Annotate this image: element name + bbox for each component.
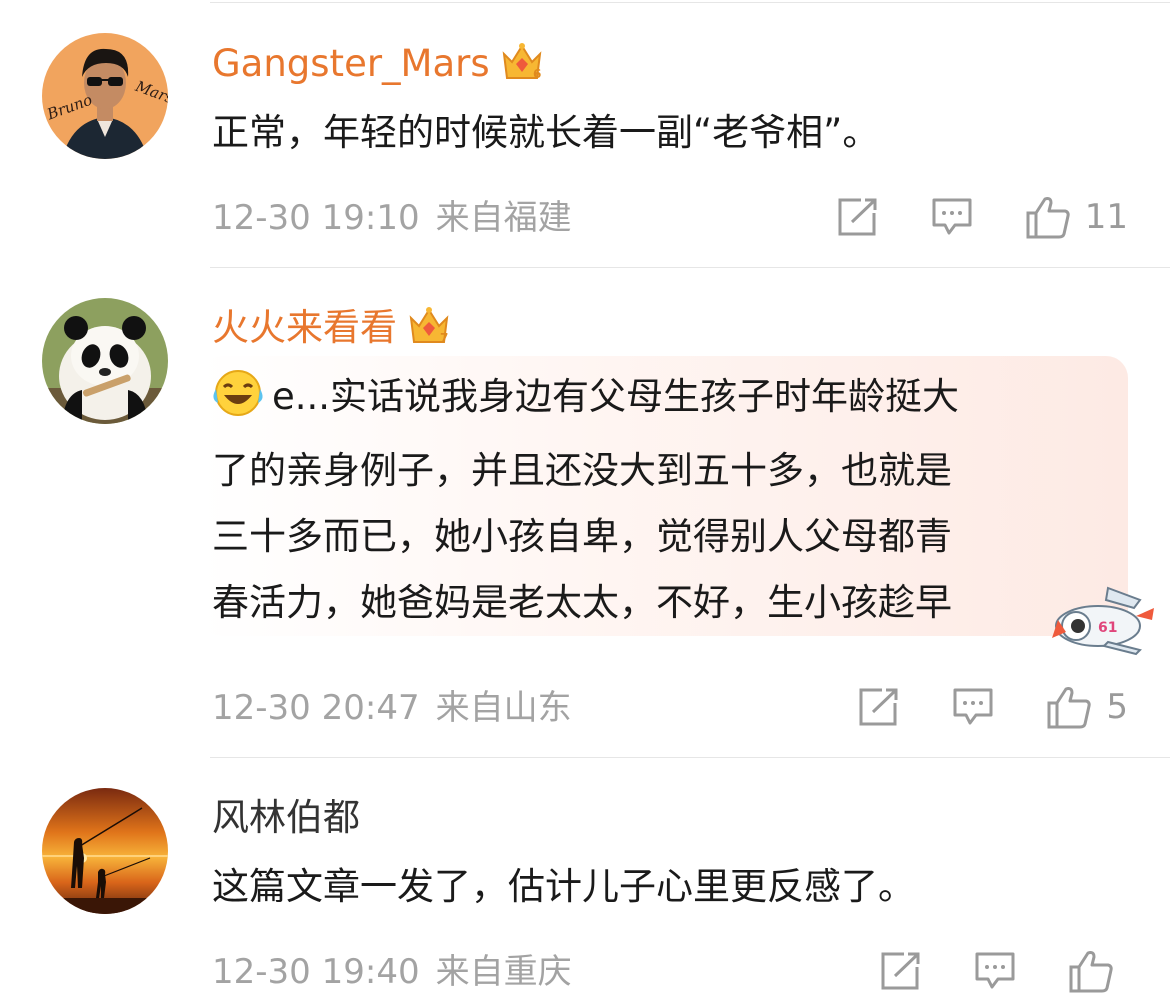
vip-level: 6 — [533, 67, 541, 81]
vip-crown-icon: 6 — [500, 40, 544, 92]
share-icon — [859, 688, 898, 726]
comment-meta: 12-30 19:10 来自福建 — [212, 198, 572, 238]
reply-button[interactable] — [931, 197, 973, 237]
reply-button[interactable] — [952, 687, 994, 727]
comment-list: Bruno Mars Gangster_Mars 6 正常，年轻的时候就长着一副“… — [0, 0, 1170, 1003]
comment-time: 12-30 19:10 — [212, 198, 420, 238]
comment-item: 风林伯都 这篇文章一发了，估计儿子心里更反感了。 12-30 19:40 来自重庆 — [0, 758, 1170, 1003]
username[interactable]: 风林伯都 — [212, 796, 360, 840]
comment-line: e...实话说我身边有父母生孩子时年龄挺大 — [212, 364, 1122, 438]
comment-time: 12-30 19:40 — [212, 952, 420, 992]
thumbs-up-icon — [1069, 951, 1113, 993]
avatar[interactable] — [42, 298, 168, 424]
comment-icon — [932, 198, 972, 235]
comment-icon — [975, 952, 1015, 989]
share-button[interactable] — [837, 197, 879, 237]
sticker-number: 61 — [1098, 620, 1117, 636]
comment-item: Bruno Mars Gangster_Mars 6 正常，年轻的时候就长着一副“… — [0, 0, 1170, 268]
vip-crown-icon: 7 — [407, 304, 451, 356]
comment-location: 来自山东 — [435, 688, 572, 728]
airplane-sticker-icon: 61 — [1048, 580, 1158, 660]
comment-line: 三十多而已，她小孩自卑，觉得别人父母都青 — [212, 515, 952, 558]
username-label: 风林伯都 — [212, 796, 360, 839]
share-icon — [881, 952, 920, 990]
share-icon — [838, 198, 877, 236]
comment-meta: 12-30 19:40 来自重庆 — [212, 952, 572, 992]
comment-actions — [828, 948, 1128, 994]
like-count: 11 — [1084, 197, 1128, 237]
like-button[interactable]: 5 — [1046, 685, 1128, 729]
comment-text: e...实话说我身边有父母生孩子时年龄挺大 了的亲身例子，并且还没大到五十多，也… — [212, 364, 1122, 636]
comment-actions: 5 — [806, 684, 1128, 730]
username-label: 火火来看看 — [212, 306, 397, 349]
share-button[interactable] — [880, 951, 922, 991]
like-button[interactable]: 11 — [1025, 195, 1128, 239]
vip-level: 7 — [440, 331, 448, 345]
username[interactable]: Gangster_Mars 6 — [212, 40, 544, 92]
thumbs-up-icon — [1026, 197, 1070, 239]
comment-item: 火火来看看 7 e...实话说我身边有父母生孩子时年龄挺大 了的亲身例子，并且还没… — [0, 268, 1170, 758]
avatar[interactable]: Bruno Mars — [42, 33, 168, 159]
laugh-cry-emoji-icon — [212, 369, 268, 438]
like-button[interactable] — [1068, 949, 1128, 993]
comment-time: 12-30 20:47 — [212, 688, 420, 728]
comment-text: 正常，年轻的时候就长着一副“老爷相”。 — [212, 111, 880, 154]
comment-location: 来自重庆 — [435, 952, 572, 992]
username-label: Gangster_Mars — [212, 42, 490, 85]
comment-line: 春活力，她爸妈是老太太，不好，生小孩趁早 — [212, 581, 952, 624]
highlight-bubble: e...实话说我身边有父母生孩子时年龄挺大 了的亲身例子，并且还没大到五十多，也… — [200, 356, 1128, 636]
comment-line: 了的亲身例子，并且还没大到五十多，也就是 — [212, 449, 952, 492]
reply-button[interactable] — [974, 951, 1016, 991]
avatar[interactable] — [42, 788, 168, 914]
share-button[interactable] — [858, 687, 900, 727]
comment-meta: 12-30 20:47 来自山东 — [212, 688, 572, 728]
like-count: 5 — [1106, 687, 1128, 727]
username[interactable]: 火火来看看 7 — [212, 304, 451, 356]
comment-icon — [953, 688, 993, 725]
comment-location: 来自福建 — [435, 198, 572, 238]
comment-actions: 11 — [785, 194, 1128, 240]
comment-text: 这篇文章一发了，估计儿子心里更反感了。 — [212, 865, 915, 908]
thumbs-up-icon — [1047, 687, 1092, 729]
